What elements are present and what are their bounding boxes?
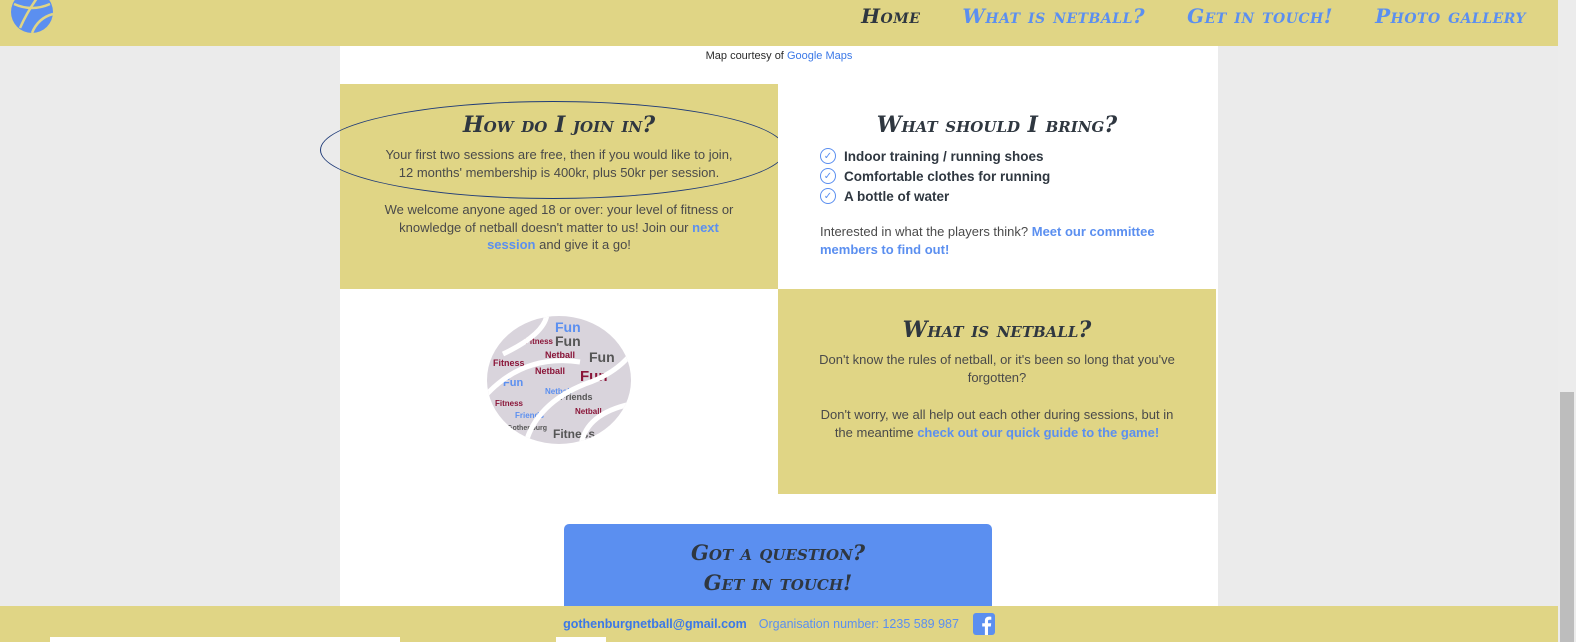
check-circle-icon: ✓	[820, 148, 836, 164]
word-cloud-word: Netball	[575, 407, 602, 416]
map-credit-text: Map courtesy of	[705, 50, 784, 62]
word-cloud-word: Fun	[555, 333, 581, 349]
top-navbar: Home What is netball? Get in touch! Phot…	[0, 0, 1558, 46]
vertical-scrollbar[interactable]	[1558, 0, 1576, 642]
bring-item-label: Indoor training / running shoes	[844, 148, 1044, 164]
quick-guide-link[interactable]: check out our quick guide to the game!	[917, 425, 1159, 440]
bring-title: What should I bring?	[876, 112, 1118, 138]
cta-line-1: Got a question?	[690, 540, 866, 565]
word-cloud-word: Fun	[589, 349, 615, 365]
cta-line-2: Get in touch!	[703, 570, 853, 595]
bring-item-label: A bottle of water	[844, 188, 950, 204]
join-welcome-start: We welcome anyone aged 18 or over: your …	[384, 202, 734, 235]
list-item: ✓ Comfortable clothes for running	[820, 166, 1216, 186]
join-pricing-text: Your first two sessions are free, then i…	[385, 147, 733, 180]
join-title: How do I join in?	[462, 112, 656, 138]
committee-prompt: Interested in what the players think?	[820, 224, 1029, 239]
nav-photo-gallery[interactable]: Photo gallery	[1375, 4, 1526, 28]
check-circle-icon: ✓	[820, 168, 836, 184]
nav-links: Home What is netball? Get in touch! Phot…	[861, 4, 1526, 28]
bring-item-label: Comfortable clothes for running	[844, 168, 1051, 184]
word-cloud-word: Netball	[535, 366, 565, 376]
join-welcome-end: and give it a go!	[539, 237, 631, 252]
check-circle-icon: ✓	[820, 188, 836, 204]
what-is-netball-panel: What is netball? Don't know the rules of…	[778, 289, 1216, 494]
what-intro-text: Don't know the rules of netball, or it's…	[819, 352, 1175, 385]
list-item: ✓ Indoor training / running shoes	[820, 146, 1216, 166]
get-in-touch-cta-button[interactable]: Got a question? Get in touch!	[564, 524, 992, 614]
bottom-edge-strip	[50, 637, 400, 642]
bring-list: ✓ Indoor training / running shoes ✓ Comfor…	[820, 146, 1216, 206]
word-cloud-word: Fitness	[493, 358, 525, 368]
word-cloud-word: Fitness	[495, 399, 524, 408]
bring-panel: What should I bring? ✓ Indoor training / …	[778, 84, 1216, 289]
nav-what-is-netball[interactable]: What is netball?	[962, 4, 1145, 28]
join-welcome-text: We welcome anyone aged 18 or over: your …	[380, 201, 738, 254]
footer-email-link[interactable]: gothenburgnetball@gmail.com	[563, 617, 747, 631]
google-maps-link[interactable]: Google Maps	[787, 50, 852, 62]
netball-icon[interactable]	[10, 0, 54, 34]
what-guide-text: Don't worry, we all help out each other …	[818, 406, 1176, 441]
bottom-edge-strip	[556, 637, 606, 642]
word-cloud-word: Gothenburg	[507, 425, 547, 432]
map-credit: Map courtesy of Google Maps	[340, 50, 1218, 62]
netball-word-cloud-image: Fun Fun Fitness Netball Fun Fitness Netb…	[487, 316, 631, 444]
nav-get-in-touch[interactable]: Get in touch!	[1187, 4, 1333, 28]
join-panel: How do I join in? Your first two session…	[320, 84, 786, 289]
what-title: What is netball?	[902, 317, 1092, 343]
scrollbar-thumb[interactable]	[1560, 392, 1574, 642]
nav-home[interactable]: Home	[861, 4, 920, 28]
organisation-number: Organisation number: 1235 589 987	[758, 617, 959, 631]
main-content: Map courtesy of Google Maps How do I joi…	[320, 46, 1218, 614]
word-cloud-panel: Fun Fun Fitness Netball Fun Fitness Netb…	[340, 289, 778, 494]
list-item: ✓ A bottle of water	[820, 186, 1216, 206]
facebook-icon[interactable]	[972, 613, 995, 635]
committee-text: Interested in what the players think? Me…	[820, 223, 1176, 258]
